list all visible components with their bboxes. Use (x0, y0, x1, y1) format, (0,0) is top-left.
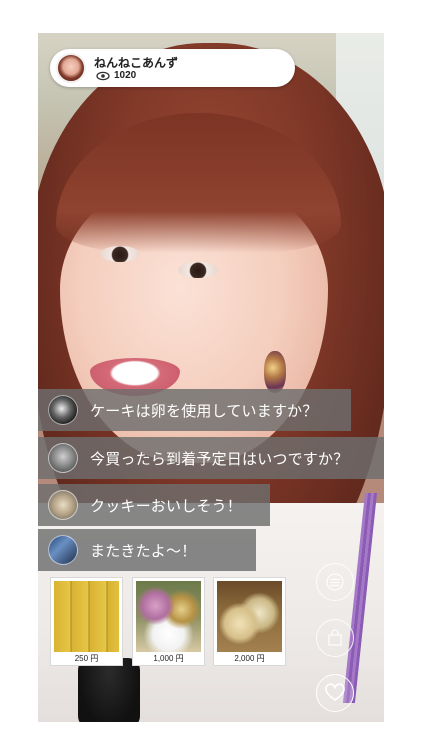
streamer-name: ねんねこあんず (94, 56, 179, 70)
comment-item: ケーキは卵を使用していますか？ (38, 389, 351, 431)
menu-button[interactable] (316, 563, 354, 601)
streamer-avatar[interactable] (56, 53, 86, 83)
comment-item: クッキーおいしそう！ (38, 484, 270, 526)
cat-avatar (48, 395, 78, 425)
menu-icon (326, 573, 344, 591)
comment-item: 今買ったら到着予定日はいつですか？ (38, 437, 384, 479)
bag-icon (328, 629, 342, 646)
comment-text: またきたよ〜！ (90, 541, 197, 560)
product-image (217, 581, 282, 652)
product-image (54, 581, 119, 652)
product-price: 250 円 (74, 654, 99, 663)
person-avatar (48, 443, 78, 473)
view-count: 1020 (114, 70, 137, 81)
product-card[interactable]: 2,000 円 (213, 577, 286, 666)
product-image (136, 581, 201, 652)
dog-avatar (48, 490, 78, 520)
comment-text: クッキーおいしそう！ (90, 496, 243, 515)
comment-item: またきたよ〜！ (38, 529, 256, 571)
like-button[interactable] (316, 674, 354, 712)
blue-avatar (48, 535, 78, 565)
product-card[interactable]: 1,000 円 (132, 577, 205, 666)
product-price: 2,000 円 (234, 654, 265, 663)
eye-icon (96, 71, 110, 81)
product-price: 1,000 円 (153, 654, 184, 663)
shop-button[interactable] (316, 619, 354, 657)
comment-text: ケーキは卵を使用していますか？ (90, 401, 318, 420)
streamer-header[interactable]: ねんねこあんず 1020 (50, 49, 295, 87)
product-card[interactable]: 250 円 (50, 577, 123, 666)
heart-icon (325, 683, 345, 701)
live-stream-screen: ねんねこあんず 1020 ケーキは卵を使用していますか？ 今買ったら到着予定日は… (38, 33, 384, 722)
comment-text: 今買ったら到着予定日はいつですか？ (90, 449, 349, 468)
